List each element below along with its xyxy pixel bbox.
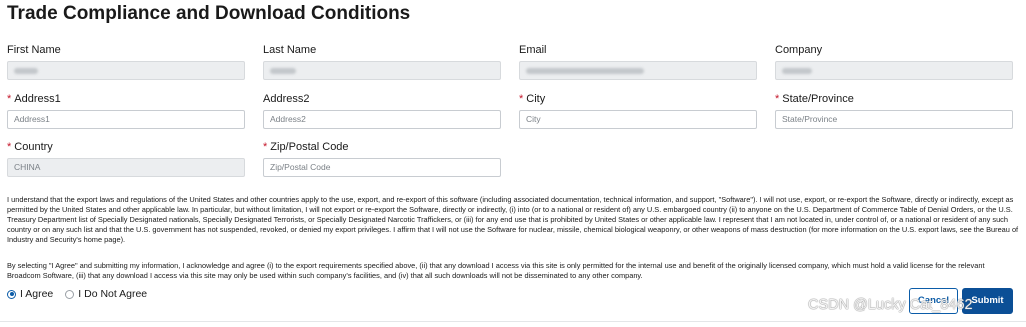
- country-label: * Country: [7, 141, 53, 153]
- company-field[interactable]: [775, 61, 1013, 80]
- address1-group: * Address1 Address1: [7, 92, 245, 129]
- address2-field[interactable]: Address2: [263, 110, 501, 129]
- address2-group: Address2 Address2: [263, 92, 501, 129]
- city-field[interactable]: City: [519, 110, 757, 129]
- agree-radio[interactable]: [7, 289, 16, 299]
- zip-field[interactable]: Zip/Postal Code: [263, 158, 501, 177]
- city-label: * City: [519, 93, 546, 105]
- required-marker: *: [775, 93, 780, 105]
- required-marker: *: [7, 93, 12, 105]
- country-field[interactable]: CHINA: [7, 158, 245, 177]
- first-name-label: First Name: [7, 44, 61, 56]
- city-group: * City City: [519, 92, 757, 129]
- state-group: * State/Province State/Province: [775, 92, 1013, 129]
- required-marker: *: [519, 93, 524, 105]
- required-marker: *: [263, 141, 268, 153]
- agree-label[interactable]: I Agree: [20, 288, 53, 300]
- address1-field[interactable]: Address1: [7, 110, 245, 129]
- cancel-button[interactable]: Cancel: [909, 288, 958, 314]
- first-name-group: First Name: [7, 43, 245, 80]
- email-label: Email: [519, 44, 547, 56]
- export-legal-text: I understand that the export laws and re…: [7, 195, 1019, 244]
- last-name-field[interactable]: [263, 61, 501, 80]
- disagree-label[interactable]: I Do Not Agree: [78, 288, 147, 300]
- page-title: Trade Compliance and Download Conditions: [7, 3, 411, 24]
- first-name-field[interactable]: [7, 61, 245, 80]
- required-marker: *: [7, 141, 12, 153]
- zip-label: * Zip/Postal Code: [263, 141, 349, 153]
- company-label: Company: [775, 44, 823, 56]
- agreement-legal-text: By selecting "I Agree" and submitting my…: [7, 261, 985, 280]
- country-group: * Country CHINA: [7, 140, 245, 177]
- address2-label: Address2: [263, 93, 310, 105]
- footer-divider: [0, 321, 1026, 322]
- last-name-group: Last Name: [263, 43, 501, 80]
- last-name-label: Last Name: [263, 44, 317, 56]
- disagree-radio[interactable]: [65, 289, 75, 299]
- zip-group: * Zip/Postal Code Zip/Postal Code: [263, 140, 501, 177]
- email-field[interactable]: [519, 61, 757, 80]
- agreement-radio-group: I Agree I Do Not Agree: [7, 288, 147, 300]
- state-label: * State/Province: [775, 93, 854, 105]
- email-group: Email: [519, 43, 757, 80]
- state-field[interactable]: State/Province: [775, 110, 1013, 129]
- address1-label: * Address1: [7, 93, 61, 105]
- submit-button[interactable]: Submit: [962, 288, 1013, 314]
- company-group: Company: [775, 43, 1013, 80]
